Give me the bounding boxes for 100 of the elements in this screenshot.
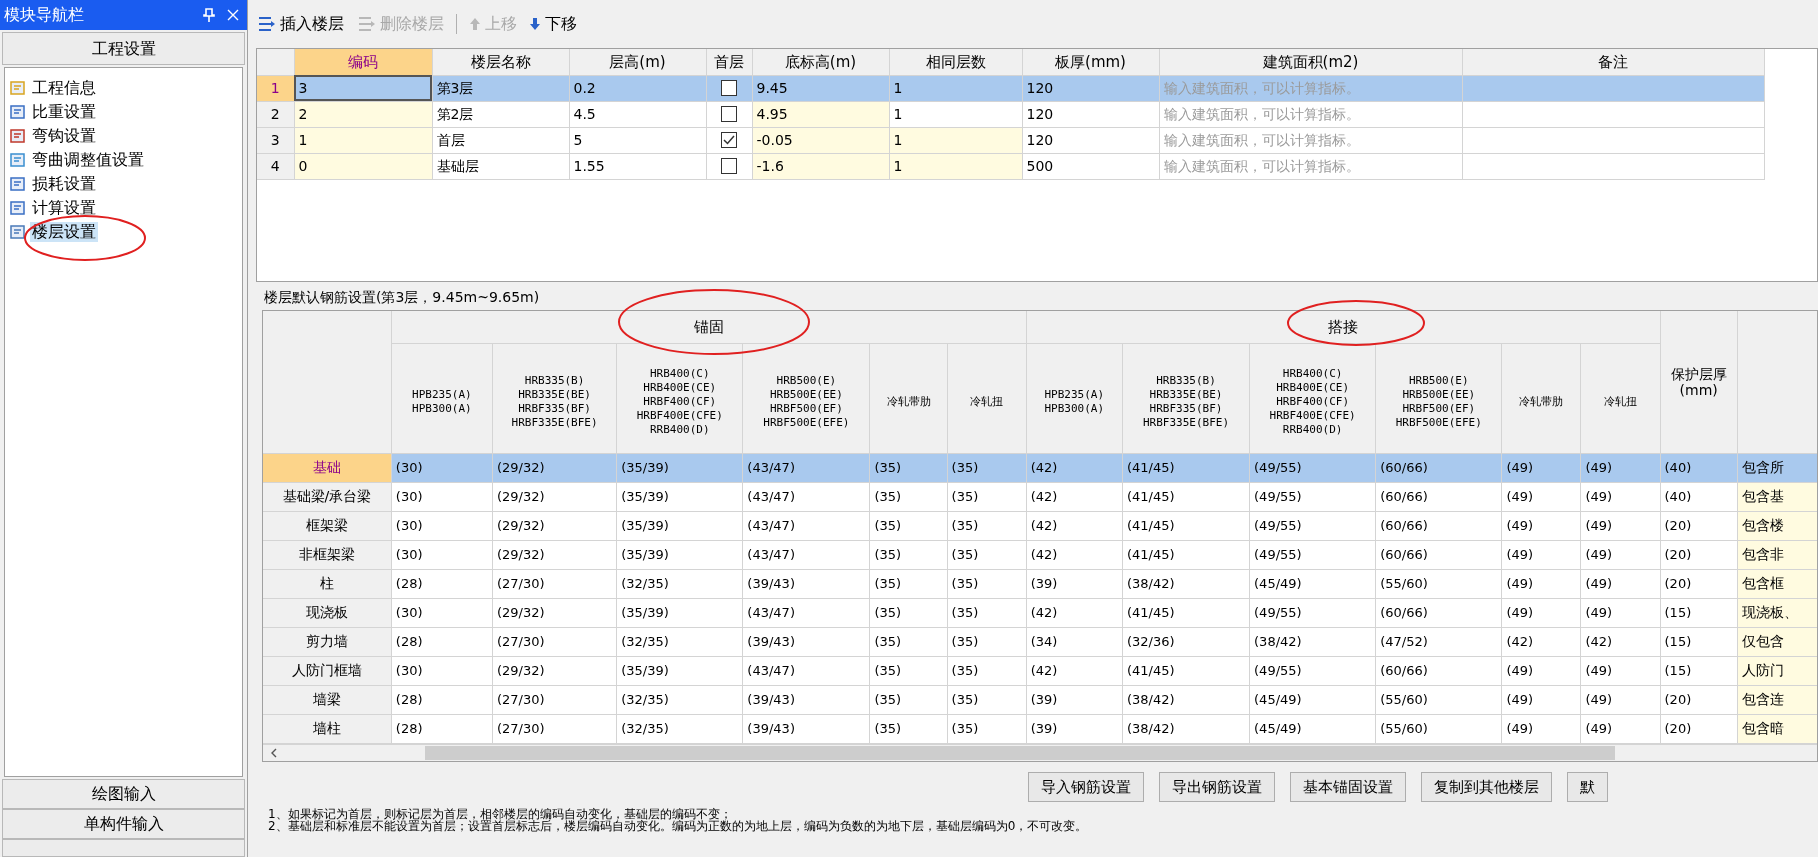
close-icon[interactable] [227,9,239,21]
table-cell: 1 [889,75,1022,101]
table-cell: (41/45) [1122,482,1250,511]
table-cell: (32/35) [616,714,743,743]
row-header: 现浇板 [263,598,392,627]
table-cell: (35) [870,714,948,743]
sidebar-section-button[interactable]: 工程设置 [2,32,245,65]
sidebar-tab-button[interactable]: 单构件输入 [2,809,245,839]
floor-row[interactable]: 1 3 第3层 0.2 9.45 1 120 输入建筑面积，可以计算指标。 [257,75,1764,101]
rebar-row[interactable]: 非框架梁 (30) (29/32) (35/39) (43/47) (35) (35) (42) (41/45) (49/55) (60/66) (49) (49) (20) 包含非 [263,540,1817,569]
table-cell: (55/60) [1375,714,1502,743]
table-cell: (42) [1026,453,1123,482]
table-cell: (15) [1660,656,1738,685]
table-cell: (43/47) [742,482,870,511]
table-cell: (45/49) [1249,685,1376,714]
table-cell: (42) [1026,482,1123,511]
table-cell: (49/55) [1249,511,1376,540]
table-cell: 2 [294,101,432,127]
hint-text: 2、基础层和标准层不能设置为首层；设置首层标志后，楼层编码自动变化。编码为正数的为地上层，编码为负数的为地下层，基础层编码为0，不可改变。 [268,820,1089,832]
action-button[interactable]: 复制到其他楼层 [1421,772,1552,802]
table-cell: 第3层 [432,75,569,101]
table-cell: (15) [1660,627,1738,656]
table-cell: (42) [1026,511,1123,540]
action-button[interactable]: 基本锚固设置 [1290,772,1406,802]
rebar-row[interactable]: 剪力墙 (28) (27/30) (32/35) (39/43) (35) (35) (34) (32/36) (38/42) (47/52) (42) (42) (15) 仅包含 [263,627,1817,656]
table-cell: (60/66) [1375,540,1502,569]
table-cell: (34) [1026,627,1123,656]
checkbox[interactable] [721,106,737,122]
table-cell: (35) [870,540,948,569]
table-cell: (42) [1026,598,1123,627]
column-header: 备注 [1462,49,1764,75]
action-button[interactable]: 导入钢筋设置 [1028,772,1144,802]
sidebar-item[interactable]: 弯钩设置 [30,126,98,146]
rebar-row[interactable]: 人防门框墙 (30) (29/32) (35/39) (43/47) (35) (35) (42) (41/45) (49/55) (60/66) (49) (49) (15) 人防门 [263,656,1817,685]
sidebar-item[interactable]: 楼层设置 [30,222,98,242]
column-header: HRB500(E) HRB500E(EE) HRBF500(EF) HRBF500E(EFE) [742,343,870,453]
table-cell: (39/43) [742,627,870,656]
toolbar-button[interactable]: 下移 [529,12,577,36]
toolbar-button[interactable]: 插入楼层 [256,12,344,36]
group-header: 搭接 [1026,311,1661,343]
rebar-row[interactable]: 基础梁/承台梁 (30) (29/32) (35/39) (43/47) (35) (35) (42) (41/45) (49/55) (60/66) (49) (49) (40) 包含基 [263,482,1817,511]
table-cell: (49) [1501,511,1581,540]
table-cell: (49) [1580,540,1661,569]
table-cell: (27/30) [492,569,617,598]
table-cell: 5 [569,127,706,153]
table-cell: (30) [391,540,493,569]
sidebar-item[interactable]: 弯曲调整值设置 [30,150,146,170]
table-cell: (45/49) [1249,714,1376,743]
pin-icon[interactable] [203,8,215,22]
row-number: 3 [257,127,294,153]
column-header: 底标高(m) [752,49,889,75]
sidebar-item[interactable]: 比重设置 [30,102,98,122]
row-header: 基础 [263,453,392,482]
rebar-row[interactable]: 柱 (28) (27/30) (32/35) (39/43) (35) (35) (39) (38/42) (45/49) (55/60) (49) (49) (20) 包含框 [263,569,1817,598]
table-cell: (41/45) [1122,453,1250,482]
sidebar-item[interactable]: 计算设置 [30,198,98,218]
checkbox[interactable] [721,158,737,174]
table-cell: (32/36) [1122,627,1250,656]
sidebar-tab-button[interactable]: 绘图输入 [2,779,245,809]
table-cell: (20) [1660,685,1738,714]
table-cell: (42) [1026,656,1123,685]
checkbox[interactable] [721,80,737,96]
table-cell: 包含非 [1737,540,1817,569]
sidebar-item[interactable]: 损耗设置 [30,174,98,194]
sidebar-item-icon [9,151,27,169]
column-header: HRB500(E) HRB500E(EE) HRBF500(EF) HRBF500E(EFE) [1375,343,1502,453]
action-button[interactable]: 导出钢筋设置 [1159,772,1275,802]
table-cell: (35/39) [616,511,743,540]
action-button[interactable]: 默 [1567,772,1608,802]
sidebar-item-icon [9,79,27,97]
rebar-row[interactable]: 墙梁 (28) (27/30) (32/35) (39/43) (35) (35) (39) (38/42) (45/49) (55/60) (49) (49) (20) 包含连 [263,685,1817,714]
table-cell: (41/45) [1122,598,1250,627]
table-cell: (15) [1660,598,1738,627]
table-cell: (49) [1580,453,1661,482]
table-cell: (42) [1026,540,1123,569]
table-cell: (39) [1026,569,1123,598]
table-cell: (45/49) [1249,569,1376,598]
table-cell: (43/47) [742,540,870,569]
sidebar-item-icon [9,175,27,193]
table-cell: 仅包含 [1737,627,1817,656]
table-cell: (49) [1501,453,1581,482]
floor-row[interactable]: 3 1 首层 5 -0.05 1 120 输入建筑面积，可以计算指标。 [257,127,1764,153]
checkbox[interactable] [721,132,737,148]
table-cell: (60/66) [1375,598,1502,627]
table-cell: (39) [1026,685,1123,714]
table-cell: 1 [294,127,432,153]
table-cell: (39) [1026,714,1123,743]
floor-row[interactable]: 2 2 第2层 4.5 4.95 1 120 输入建筑面积，可以计算指标。 [257,101,1764,127]
sidebar-item[interactable]: 工程信息 [30,78,98,98]
area-input-field[interactable]: 输入建筑面积，可以计算指标。 [1159,75,1462,101]
floor-row[interactable]: 4 0 基础层 1.55 -1.6 1 500 输入建筑面积，可以计算指标。 [257,153,1764,179]
rebar-row[interactable]: 墙柱 (28) (27/30) (32/35) (39/43) (35) (35) (39) (38/42) (45/49) (55/60) (49) (49) (20) 包含暗 [263,714,1817,743]
column-header: 建筑面积(m2) [1159,49,1462,75]
rebar-row[interactable]: 框架梁 (30) (29/32) (35/39) (43/47) (35) (35) (42) (41/45) (49/55) (60/66) (49) (49) (20) 包含楼 [263,511,1817,540]
rebar-row[interactable]: 基础 (30) (29/32) (35/39) (43/47) (35) (35) (42) (41/45) (49/55) (60/66) (49) (49) (40) 包含所 [263,453,1817,482]
table-cell: (60/66) [1375,511,1502,540]
table-cell: (29/32) [492,656,617,685]
row-header: 墙柱 [263,714,392,743]
rebar-row[interactable]: 现浇板 (30) (29/32) (35/39) (43/47) (35) (35) (42) (41/45) (49/55) (60/66) (49) (49) (15) 现浇板、 [263,598,1817,627]
column-header: 冷轧带肋 [1501,343,1581,453]
